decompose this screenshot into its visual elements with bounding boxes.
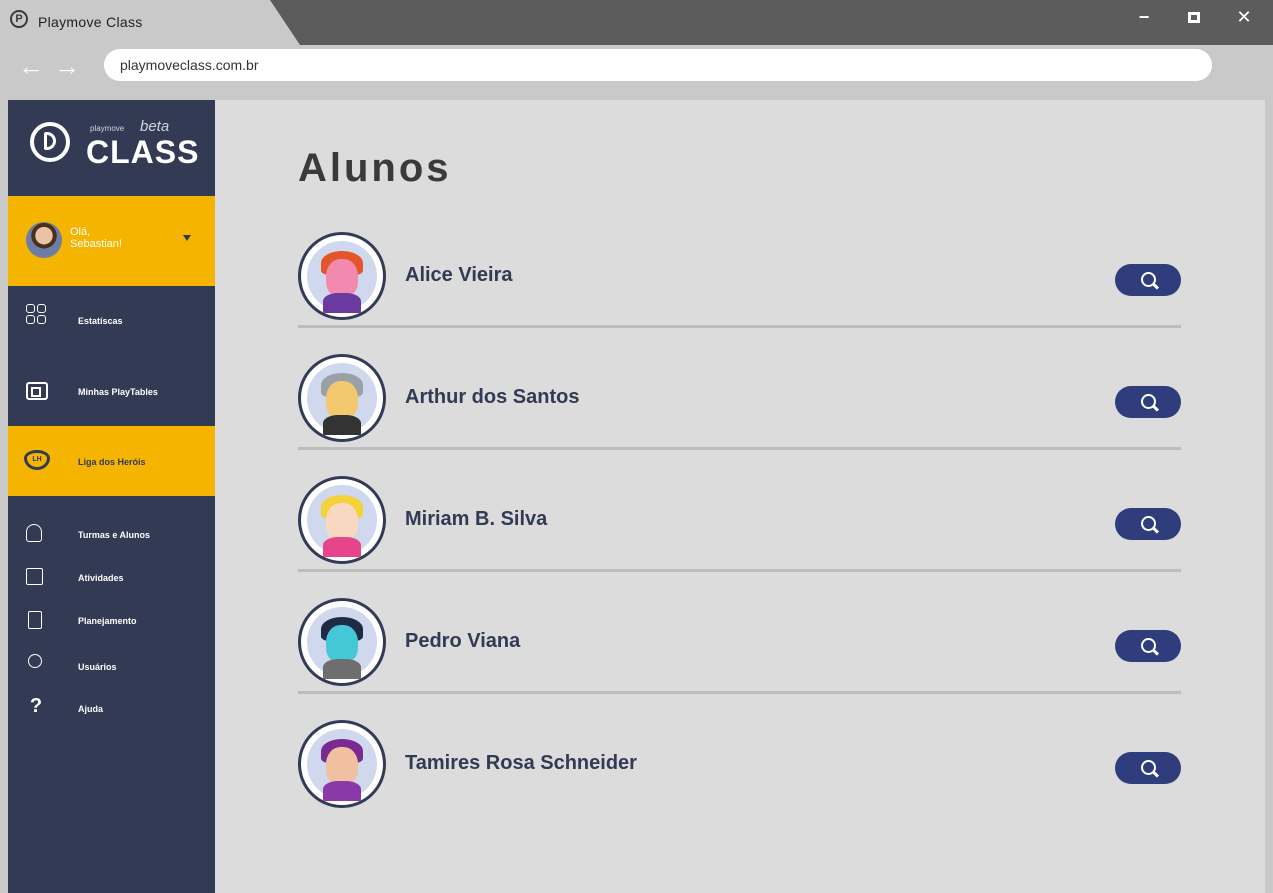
address-row: ← → playmoveclass.com.br [0,45,1273,100]
screen-icon [26,382,48,400]
divider [298,325,1181,328]
search-icon [1141,760,1156,775]
nav-arrows: ← → [18,51,80,81]
window-controls: − ✕ [1133,6,1255,28]
sidebar-item-ajuda[interactable]: ? Ajuda [8,696,215,726]
back-button[interactable]: ← [18,51,44,81]
sidebar-item-label: Usuários [78,662,117,672]
shield-icon: LH [24,450,50,470]
sidebar-item-liga-dos-herois[interactable]: LH Liga dos Heróis [8,426,215,496]
student-row: Alice Vieira [298,218,1181,328]
browser-window: P Playmove Class − ✕ ← → playmoveclass.c… [0,0,1273,893]
divider [298,447,1181,450]
student-row: Tamires Rosa Schneider [298,706,1181,816]
sidebar-item-usuarios[interactable]: Usuários [8,652,215,682]
student-name: Pedro Viana [405,630,521,652]
student-name: Tamires Rosa Schneider [405,752,637,774]
sidebar-item-label: Planejamento [78,616,137,626]
student-name: Alice Vieira [405,264,513,286]
view-student-button[interactable] [1115,508,1181,540]
sidebar-item-planejamento[interactable]: Planejamento [8,608,215,638]
sidebar-item-label: Ajuda [78,704,104,714]
sidebar-item-label: Estatíscas [78,316,123,326]
student-name: Miriam B. Silva [405,508,548,530]
brand-header[interactable]: playmove beta CLASS [8,100,215,196]
class-logo-icon [30,122,70,162]
minimize-button[interactable]: − [1133,6,1155,28]
page-title: Alunos [298,146,452,190]
grid-icon [26,304,46,324]
view-student-button[interactable] [1115,752,1181,784]
student-name: Arthur dos Santos [405,386,580,408]
sidebar-item-label: Liga dos Heróis [78,457,146,467]
divider [298,569,1181,572]
sidebar-item-label: Minhas PlayTables [78,387,158,397]
student-avatar[interactable] [298,720,386,808]
sidebar-item-label: Atividades [78,573,124,583]
student-avatar[interactable] [298,354,386,442]
title-bar: P Playmove Class − ✕ [0,0,1273,45]
sidebar: playmove beta CLASS Olá, Sebastian! Esta… [8,100,215,893]
student-avatar[interactable] [298,476,386,564]
view-student-button[interactable] [1115,264,1181,296]
maximize-icon [1188,12,1200,23]
url-text[interactable]: playmoveclass.com.br [120,57,259,73]
student-row: Arthur dos Santos [298,340,1181,450]
user-greeting: Olá, Sebastian! [70,226,122,250]
sidebar-item-label: Turmas e Alunos [78,530,151,540]
search-icon [1141,638,1156,653]
divider [298,691,1181,694]
browser-tab[interactable]: P Playmove Class [0,0,300,45]
user-icon [28,654,42,668]
sidebar-item-atividades[interactable]: Atividades [8,565,215,595]
student-avatar[interactable] [298,232,386,320]
tab-title: Playmove Class [38,14,143,30]
brand-name: CLASS [86,134,200,170]
search-icon [1141,516,1156,531]
brand-small-text: playmove [90,124,125,133]
forward-button[interactable]: → [54,51,80,81]
maximize-button[interactable] [1183,6,1205,28]
main-content: Alunos Alice Vieira Arthur dos Santos Mi… [215,100,1265,893]
edit-icon [26,568,43,585]
chevron-down-icon[interactable] [183,235,191,241]
view-student-button[interactable] [1115,630,1181,662]
playmove-logo-icon: P [10,10,28,28]
student-row: Miriam B. Silva [298,462,1181,572]
view-student-button[interactable] [1115,386,1181,418]
question-icon: ? [29,695,43,717]
url-bar[interactable]: playmoveclass.com.br [104,49,1212,81]
sidebar-item-turmas-e-alunos[interactable]: Turmas e Alunos [8,520,215,550]
users-icon [26,524,42,542]
user-menu[interactable]: Olá, Sebastian! [8,196,215,286]
search-icon [1141,272,1156,287]
student-row: Pedro Viana [298,584,1181,694]
close-button[interactable]: ✕ [1233,6,1255,28]
brand-beta-text: beta [140,118,170,135]
sidebar-item-minhas-playtables[interactable]: Minhas PlayTables [8,356,215,426]
student-avatar[interactable] [298,598,386,686]
search-icon [1141,394,1156,409]
clipboard-icon [28,611,42,629]
sidebar-item-estatisticas[interactable]: Estatíscas [8,286,215,356]
user-avatar [26,222,62,258]
